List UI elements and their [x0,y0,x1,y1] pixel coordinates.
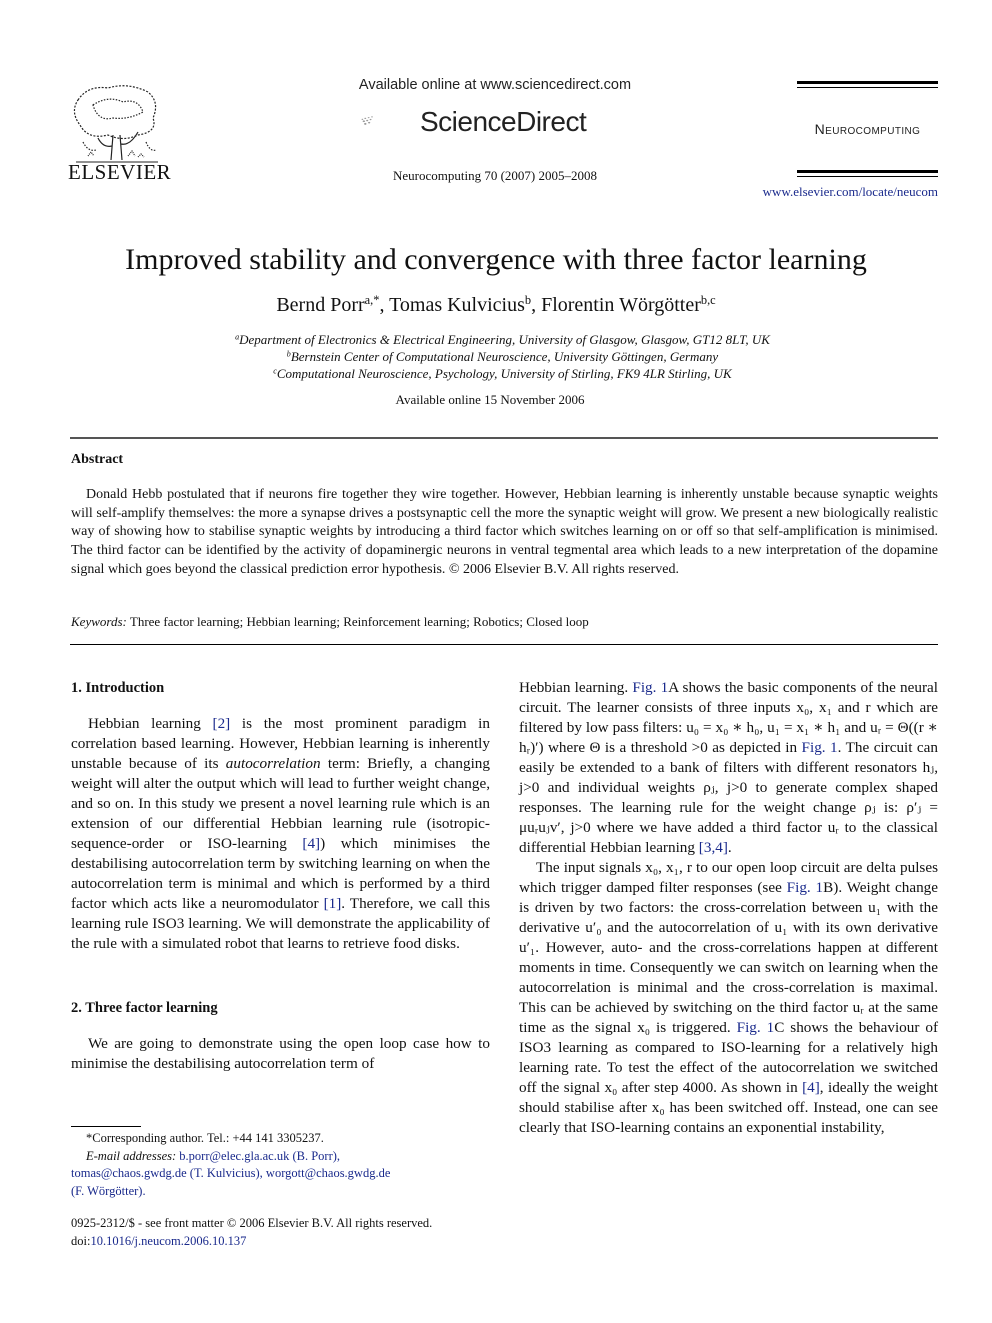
abstract-copyright: © 2006 Elsevier B.V. All rights reserved… [448,561,679,577]
email-link[interactable]: b.porr@elec.gla.ac.uk (B. Porr), [179,1149,340,1163]
author-name: Florentin Wörgötter [541,294,701,316]
corresponding-author-note: *Corresponding author. Tel.: +44 141 330… [86,1131,324,1145]
right-column: Hebbian learning. Fig. 1A shows the basi… [519,678,938,1138]
affiliation-text: Bernstein Center of Computational Neuros… [290,349,719,364]
email-note-cont: tomas@chaos.gwdg.de (T. Kulvicius), worg… [71,1165,501,1183]
affiliation: aDepartment of Electronics & Electrical … [0,332,992,348]
paragraph: The input signals x₀, x₁, r to our open … [519,858,938,1138]
keywords-label: Keywords: [71,614,127,629]
figure-link[interactable]: Fig. 1 [632,679,668,696]
keywords: Keywords: Three factor learning; Hebbian… [71,614,589,630]
paper-title: Improved stability and convergence with … [125,243,867,276]
left-column: 1. Introduction Hebbian learning [2] is … [71,678,490,1074]
text: Hebbian learning [88,715,213,732]
issn-copyright: 0925-2312/$ - see front matter © 2006 El… [71,1216,433,1230]
journal-name: Neurocomputing [814,121,921,137]
section-heading-introduction: 1. Introduction [71,680,165,696]
available-online-date: Available online 15 November 2006 [395,392,585,407]
figure-link[interactable]: Fig. 1 [737,1019,775,1036]
abstract-body: Donald Hebb postulated that if neurons f… [71,486,938,580]
email-label: E-mail addresses: [86,1148,177,1163]
citation-link[interactable]: [4] [802,1079,820,1096]
email-owner: (F. Wörgötter). [71,1183,146,1198]
journal-rule [797,81,938,84]
affiliation: cComputational Neuroscience, Psychology,… [0,366,992,382]
journal-url-link[interactable]: www.elsevier.com/locate/neucom [763,184,938,200]
figure-link[interactable]: Fig. 1 [802,739,838,756]
doi-link[interactable]: 10.1016/j.neucom.2006.10.137 [90,1234,246,1248]
citation-link[interactable]: [2] [213,715,231,732]
author-affiliation-mark: a,* [364,293,380,308]
divider [70,437,938,439]
text: Hebbian learning. [519,679,633,696]
doi-label: doi: [71,1233,91,1248]
sciencedirect-availability: Available online at www.sciencedirect.co… [358,77,632,93]
affiliation-text: Computational Neuroscience, Psychology, … [276,366,732,381]
paragraph: We are going to demonstrate using the op… [71,1034,490,1074]
text: B). Weight change is driven by two facto… [519,879,938,1036]
author-separator: , [379,294,390,316]
figure-link[interactable]: Fig. 1 [787,879,823,896]
paragraph: Hebbian learning [2] is the most promine… [71,714,490,954]
sciencedirect-dots-icon [361,116,373,125]
author-separator: , [531,294,542,316]
keywords-list: Three factor learning; Hebbian learning;… [129,614,589,629]
author-name: Tomas Kulvicius [389,294,525,316]
journal-rule [797,176,938,177]
email-note-name: (F. Wörgötter). [71,1183,501,1201]
emphasis: autocorrelation [225,755,321,772]
affiliation-text: Department of Electronics & Electrical E… [239,332,770,347]
affiliation: bBernstein Center of Computational Neuro… [0,349,992,365]
journal-citation: Neurocomputing 70 (2007) 2005–2008 [392,168,597,183]
author-list: Bernd Porra,*, Tomas Kulviciusb, Florent… [0,294,992,317]
email-note: E-mail addresses: b.porr@elec.gla.ac.uk … [71,1148,501,1166]
divider [70,644,938,645]
email-link[interactable]: worgott@chaos.gwdg.de [266,1166,390,1180]
paragraph: Hebbian learning. Fig. 1A shows the basi… [519,678,938,858]
journal-rule [797,170,938,173]
text: We are going to demonstrate using the op… [71,1035,490,1072]
author-affiliation-mark: b,c [700,293,716,308]
footnotes: *Corresponding author. Tel.: +44 141 330… [71,1130,501,1200]
abstract-heading: Abstract [71,452,124,467]
footnote-rule [71,1126,141,1127]
citation-link[interactable]: [3,4] [699,839,728,856]
text: . [727,839,732,856]
citation-link[interactable]: [4] [302,835,320,852]
publisher-wordmark: ELSEVIER [68,160,172,184]
elsevier-tree-logo-icon [73,85,158,163]
citation-link[interactable]: [1] [324,895,342,912]
email-link[interactable]: tomas@chaos.gwdg.de (T. Kulvicius), [71,1166,263,1180]
doi-line: doi:10.1016/j.neucom.2006.10.137 [71,1233,501,1251]
front-matter: 0925-2312/$ - see front matter © 2006 El… [71,1215,501,1250]
section-heading-three-factor-learning: 2. Three factor learning [71,1000,218,1016]
author-name: Bernd Porr [276,294,365,316]
sciencedirect-wordmark: ScienceDirect [420,106,587,137]
journal-rule [797,87,938,88]
